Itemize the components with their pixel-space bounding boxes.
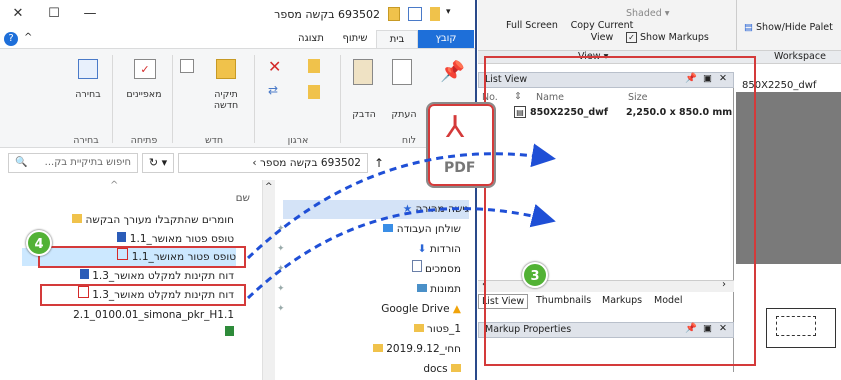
drag-arrow-lower bbox=[246, 203, 556, 300]
drag-arrow-upper bbox=[246, 143, 556, 260]
drag-arrows bbox=[246, 143, 556, 300]
